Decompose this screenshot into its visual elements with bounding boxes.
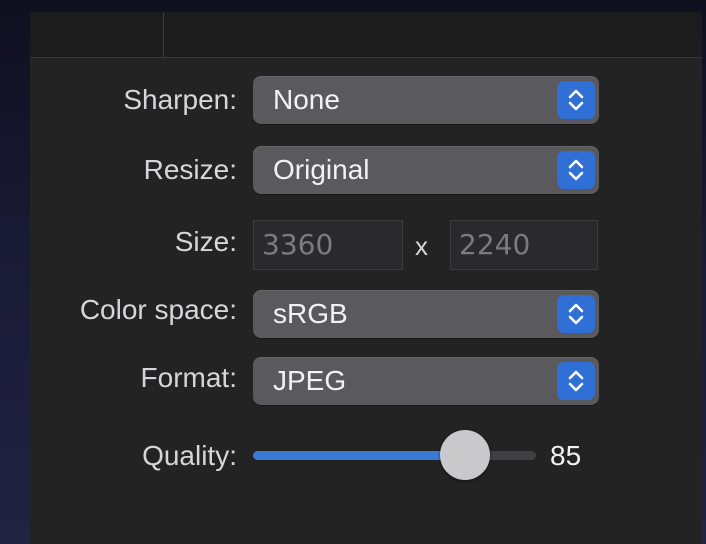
up-down-chevron-icon[interactable] [557, 295, 595, 333]
height-field[interactable]: 2240 [450, 220, 598, 270]
quality-value: 85 [550, 440, 582, 471]
sharpen-value: None [273, 84, 340, 115]
format-popup[interactable]: JPEG [253, 357, 599, 405]
size-separator: x [415, 231, 428, 261]
resize-label: Resize: [143, 154, 237, 185]
up-down-chevron-icon[interactable] [557, 362, 595, 400]
color-space-label: Color space: [79, 294, 237, 325]
format-value: JPEG [273, 365, 347, 396]
quality-slider-track[interactable] [253, 451, 536, 460]
resize-popup[interactable]: Original [253, 146, 599, 194]
quality-label: Quality: [142, 440, 237, 471]
color-space-popup[interactable]: sRGB [253, 290, 599, 338]
width-field[interactable]: 3360 [253, 220, 403, 270]
sharpen-popup[interactable]: None [253, 76, 599, 124]
panel-top-bar [30, 12, 702, 58]
resize-value: Original [273, 154, 370, 185]
up-down-chevron-icon[interactable] [557, 81, 595, 119]
sharpen-label: Sharpen: [123, 84, 237, 115]
quality-slider-thumb[interactable] [440, 430, 491, 480]
top-bar-divider [163, 12, 164, 57]
size-label: Size: [174, 226, 237, 257]
export-settings-panel: Sharpen: None Resize: Original Size: 336… [30, 12, 702, 544]
format-label: Format: [140, 362, 237, 393]
quality-slider-fill [253, 451, 466, 460]
color-space-value: sRGB [273, 298, 348, 329]
up-down-chevron-icon[interactable] [557, 151, 595, 189]
